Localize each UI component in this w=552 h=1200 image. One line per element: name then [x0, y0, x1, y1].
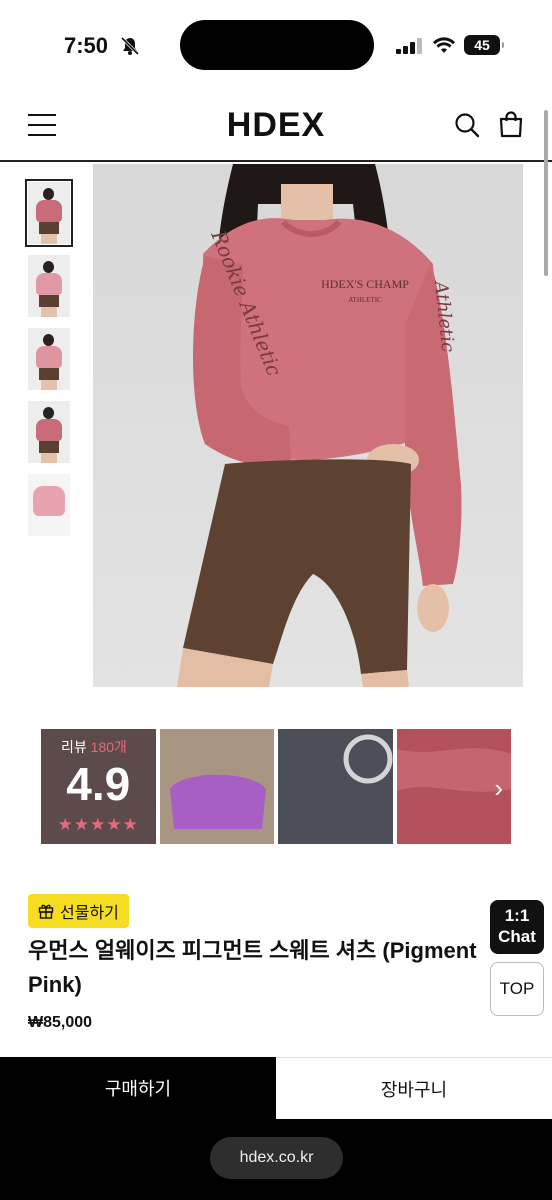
product-main-image[interactable]: HDEX'S CHAMP ATHLETIC Rookie Athletic At… [93, 164, 523, 687]
search-icon[interactable] [454, 112, 480, 138]
page-scrollbar[interactable] [544, 110, 548, 276]
review-score: 4.9 [66, 758, 131, 810]
product-name: 우먼스 얼웨이즈 피그먼트 스웨트 셔츠 (Pigment Pink) [28, 938, 477, 997]
product-model-illustration: HDEX'S CHAMP ATHLETIC Rookie Athletic At… [177, 164, 462, 687]
svg-text:HDEX'S CHAMP: HDEX'S CHAMP [321, 277, 409, 291]
add-to-cart-button[interactable]: 장바구니 [276, 1057, 552, 1119]
thumbnail-1[interactable] [25, 179, 73, 247]
review-count: 180개 [90, 739, 127, 755]
thumbnail-5[interactable] [28, 474, 70, 536]
svg-text:ATHLETIC: ATHLETIC [348, 296, 382, 304]
bell-muted-icon [120, 36, 140, 56]
thumbnail-list [25, 179, 73, 547]
gift-label: 선물하기 [60, 905, 119, 922]
status-bar: 7:50 45 [0, 0, 552, 92]
site-header: HDEX [0, 92, 552, 162]
address-bar[interactable]: hdex.co.kr [210, 1137, 343, 1179]
review-photo-strip: 리뷰 180개 4.9 ★★★★★ › [41, 729, 511, 844]
gift-icon [38, 904, 54, 919]
status-time: 7:50 [64, 33, 109, 58]
thumbnail-2[interactable] [28, 255, 70, 317]
chat-button[interactable]: 1:1 Chat [490, 900, 544, 954]
gift-button[interactable]: 선물하기 [28, 894, 129, 928]
buy-button[interactable]: 구매하기 [0, 1057, 276, 1119]
chat-line-2: Chat [498, 927, 536, 946]
chat-line-1: 1:1 [504, 906, 530, 925]
dynamic-island [180, 20, 374, 70]
review-summary-card[interactable]: 리뷰 180개 4.9 ★★★★★ [41, 729, 156, 844]
review-photo[interactable] [278, 729, 393, 844]
browser-bar: hdex.co.kr [0, 1119, 552, 1200]
review-stars: ★★★★★ [57, 815, 139, 834]
review-photo[interactable] [159, 729, 274, 844]
chevron-right-icon[interactable]: › [494, 773, 503, 804]
review-label: 리뷰 [61, 739, 87, 755]
wifi-icon [433, 37, 455, 53]
review-photo[interactable]: › [396, 729, 511, 844]
shopping-bag-icon[interactable] [498, 110, 524, 138]
thumbnail-4[interactable] [28, 401, 70, 463]
purchase-action-bar: 구매하기 장바구니 [0, 1057, 552, 1119]
cellular-signal-icon [396, 38, 422, 54]
product-price: ₩85,000 [28, 1014, 93, 1031]
battery-indicator: 45 [464, 35, 504, 55]
scroll-top-button[interactable]: TOP [490, 962, 544, 1016]
thumbnail-3[interactable] [28, 328, 70, 390]
